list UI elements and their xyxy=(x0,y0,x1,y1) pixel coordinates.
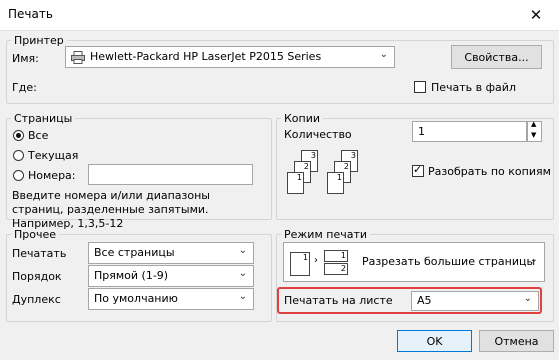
pages-hint: Введите номера и/или диапазоны страниц, … xyxy=(12,189,210,230)
print-range-select[interactable]: Все страницы ⌄ xyxy=(88,242,254,264)
order-select[interactable]: Прямой (1-9) ⌄ xyxy=(88,265,254,287)
print-to-file-label: Печать в файл xyxy=(431,81,516,94)
page-icon: 2 xyxy=(324,263,348,275)
printer-select[interactable]: Hewlett-Packard HP LaserJet P2015 Series… xyxy=(65,46,395,68)
chevron-down-icon: ⌄ xyxy=(529,254,538,265)
close-icon[interactable]: ✕ xyxy=(513,0,559,30)
chevron-down-icon: ⌄ xyxy=(238,245,247,256)
page-numbers-input[interactable] xyxy=(88,164,253,185)
copies-count-input[interactable]: 1 xyxy=(412,121,527,142)
sheet-size-select[interactable]: A5 ⌄ xyxy=(411,291,539,311)
collate-illustration: 3 2 1 3 2 1 xyxy=(283,150,378,202)
collate-label: Разобрать по копиям xyxy=(428,165,551,178)
spinner-up-icon[interactable]: ▲ xyxy=(531,120,536,128)
copies-spinner[interactable]: ▲ ▼ xyxy=(527,120,542,142)
sheet-size-value: A5 xyxy=(417,294,432,307)
page-icon: 1 xyxy=(290,252,310,276)
print-to-file-checkbox[interactable] xyxy=(414,81,426,93)
split-pages-illustration: 1 › 1 2 xyxy=(290,249,352,277)
copies-count-label: Количество xyxy=(284,128,352,141)
radio-current-label: Текущая xyxy=(28,149,79,162)
print-range-value: Все страницы xyxy=(94,246,175,259)
page-icon: 1 xyxy=(327,172,344,194)
radio-current[interactable] xyxy=(13,150,24,161)
order-label: Порядок xyxy=(12,270,62,283)
title-bar: Печать ✕ xyxy=(0,0,559,31)
printer-name-value: Hewlett-Packard HP LaserJet P2015 Series xyxy=(90,50,322,63)
order-value: Прямой (1-9) xyxy=(94,269,169,282)
copies-group-legend: Копии xyxy=(284,112,321,125)
print-mode-select[interactable]: 1 › 1 2 Разрезать большие страницы ⌄ xyxy=(283,242,545,282)
cancel-button[interactable]: Отмена xyxy=(479,330,554,352)
page-icon: 1 xyxy=(287,172,304,194)
printer-name-label: Имя: xyxy=(12,52,39,65)
arrow-right-icon: › xyxy=(314,255,318,266)
other-group-legend: Прочее xyxy=(14,228,57,241)
print-mode-value: Разрезать большие страницы xyxy=(362,255,536,268)
print-mode-group-legend: Режим печати xyxy=(284,228,368,241)
chevron-down-icon: ⌄ xyxy=(238,268,247,279)
printer-icon xyxy=(71,51,85,64)
collate-checkbox[interactable] xyxy=(412,163,424,177)
page-icon: 1 xyxy=(324,250,348,262)
duplex-select[interactable]: По умолчанию ⌄ xyxy=(88,288,254,310)
radio-numbers[interactable] xyxy=(13,170,24,181)
where-label: Где: xyxy=(12,81,37,94)
radio-all[interactable] xyxy=(13,130,24,141)
duplex-label: Дуплекс xyxy=(12,293,61,306)
chevron-down-icon: ⌄ xyxy=(523,293,532,304)
copies-count-value: 1 xyxy=(418,125,425,138)
pages-group-legend: Страницы xyxy=(14,112,73,125)
radio-numbers-label: Номера: xyxy=(28,169,76,182)
properties-button[interactable]: Свойства... xyxy=(451,45,542,69)
chevron-down-icon: ⌄ xyxy=(379,49,388,60)
window-title: Печать xyxy=(8,7,53,21)
printer-group-legend: Принтер xyxy=(14,34,64,47)
sheet-size-label: Печатать на листе xyxy=(284,294,393,307)
ok-button[interactable]: OK xyxy=(397,330,472,352)
chevron-down-icon: ⌄ xyxy=(238,291,247,302)
spinner-down-icon[interactable]: ▼ xyxy=(531,131,536,139)
radio-all-label: Все xyxy=(28,129,49,142)
print-range-label: Печатать xyxy=(12,247,67,260)
duplex-value: По умолчанию xyxy=(94,292,178,305)
